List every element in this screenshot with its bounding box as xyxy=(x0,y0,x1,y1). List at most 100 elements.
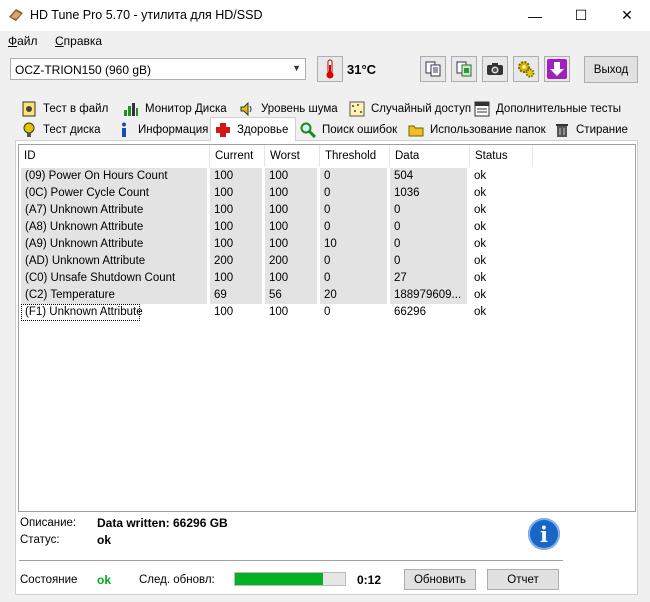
menu-help[interactable]: Справка xyxy=(55,34,102,48)
cell-worst[interactable]: 100 xyxy=(265,270,317,287)
cell-worst[interactable]: 56 xyxy=(265,287,317,304)
cell-worst[interactable]: 100 xyxy=(265,202,317,219)
tab-trash[interactable]: Стирание xyxy=(550,120,634,140)
cell-status[interactable]: ok xyxy=(470,168,530,185)
smart-attributes-table[interactable]: ID Current Worst Threshold Data Status (… xyxy=(18,144,636,512)
menu-help-accel: С xyxy=(55,34,64,48)
report-button[interactable]: Отчет xyxy=(487,569,559,590)
cell-threshold[interactable]: 0 xyxy=(320,168,387,185)
column-header-current[interactable]: Current xyxy=(210,145,265,167)
tab-info[interactable]: Информация xyxy=(112,120,210,140)
cell-worst[interactable]: 100 xyxy=(265,236,317,253)
column-header-threshold[interactable]: Threshold xyxy=(320,145,390,167)
cell-current[interactable]: 100 xyxy=(210,168,262,185)
info-icon[interactable]: i xyxy=(528,518,560,550)
options-button[interactable] xyxy=(513,56,539,82)
cell-status[interactable]: ok xyxy=(470,270,530,287)
description-label: Описание: xyxy=(20,517,77,529)
column-header-worst[interactable]: Worst xyxy=(265,145,320,167)
menu-file[interactable]: Файл xyxy=(8,34,38,48)
cell-current[interactable]: 100 xyxy=(210,304,262,321)
cell-id[interactable]: (C2) Temperature xyxy=(21,287,207,304)
cell-status[interactable]: ok xyxy=(470,185,530,202)
cell-data[interactable]: 504 xyxy=(390,168,467,185)
folder-icon xyxy=(408,122,424,138)
column-header-data[interactable]: Data xyxy=(390,145,470,167)
cell-data[interactable]: 0 xyxy=(390,219,467,236)
cell-status[interactable]: ok xyxy=(470,304,530,321)
copy-info-button[interactable] xyxy=(420,56,446,82)
column-header-status[interactable]: Status xyxy=(470,145,533,167)
cell-id[interactable]: (F1) Unknown Attribute xyxy=(21,304,143,321)
tab-magnifier[interactable]: Поиск ошибок xyxy=(296,120,400,140)
cell-threshold[interactable]: 0 xyxy=(320,185,387,202)
cell-data[interactable]: 0 xyxy=(390,236,467,253)
cell-current[interactable]: 100 xyxy=(210,219,262,236)
cell-worst[interactable]: 200 xyxy=(265,253,317,270)
cell-current[interactable]: 100 xyxy=(210,270,262,287)
cell-threshold[interactable]: 20 xyxy=(320,287,387,304)
tab-speaker[interactable]: Уровень шума xyxy=(235,99,345,119)
cell-worst[interactable]: 100 xyxy=(265,304,317,321)
column-header-id[interactable]: ID xyxy=(19,145,210,167)
tab-folder[interactable]: Использование папок xyxy=(404,120,550,140)
next-update-label: След. обновл: xyxy=(139,574,215,586)
cell-status[interactable]: ok xyxy=(470,253,530,270)
state-value: ok xyxy=(97,573,112,587)
cell-data[interactable]: 1036 xyxy=(390,185,467,202)
cell-data[interactable]: 66296 xyxy=(390,304,467,321)
extra-tests-icon xyxy=(474,101,490,117)
close-button[interactable]: ✕ xyxy=(604,0,650,31)
cell-data[interactable]: 27 xyxy=(390,270,467,287)
tab-label: Дополнительные тесты xyxy=(496,103,622,115)
screenshot-button[interactable] xyxy=(482,56,508,82)
cell-id[interactable]: (A9) Unknown Attribute xyxy=(21,236,207,253)
tab-random-access[interactable]: Случайный доступ xyxy=(345,99,471,119)
cell-id[interactable]: (09) Power On Hours Count xyxy=(21,168,207,185)
cell-status[interactable]: ok xyxy=(470,202,530,219)
tab-benchmark[interactable]: Тест диска xyxy=(17,120,112,140)
cell-threshold[interactable]: 0 xyxy=(320,304,387,321)
tab-extra-tests[interactable]: Дополнительные тесты xyxy=(470,99,633,119)
tab-label: Стирание xyxy=(576,124,628,136)
minimize-button[interactable]: — xyxy=(512,0,558,31)
benchmark-icon xyxy=(21,122,37,138)
cell-id[interactable]: (A7) Unknown Attribute xyxy=(21,202,207,219)
update-progress-fill xyxy=(235,573,323,585)
cell-status[interactable]: ok xyxy=(470,287,530,304)
tab-file-test[interactable]: Тест в файл xyxy=(17,99,119,119)
drive-select[interactable]: OCZ-TRION150 (960 gB) ▼ xyxy=(10,58,306,80)
temperature-readout: 31°C xyxy=(347,62,377,77)
cell-data[interactable]: 188979609... xyxy=(390,287,467,304)
cell-data[interactable]: 0 xyxy=(390,253,467,270)
refresh-button[interactable]: Обновить xyxy=(404,569,476,590)
cell-threshold[interactable]: 0 xyxy=(320,253,387,270)
temperature-button[interactable] xyxy=(317,56,343,82)
cell-id[interactable]: (C0) Unsafe Shutdown Count xyxy=(21,270,207,287)
exit-button[interactable]: Выход xyxy=(584,56,638,83)
cell-status[interactable]: ok xyxy=(470,236,530,253)
cell-worst[interactable]: 100 xyxy=(265,219,317,236)
tab-disk-monitor[interactable]: Монитор Диска xyxy=(119,99,235,119)
cell-threshold[interactable]: 10 xyxy=(320,236,387,253)
cell-worst[interactable]: 100 xyxy=(265,168,317,185)
cell-current[interactable]: 100 xyxy=(210,236,262,253)
cell-threshold[interactable]: 0 xyxy=(320,270,387,287)
cell-id[interactable]: (0C) Power Cycle Count xyxy=(21,185,207,202)
description-value: Data written: 66296 GB xyxy=(97,516,228,530)
cell-id[interactable]: (A8) Unknown Attribute xyxy=(21,219,207,236)
save-button[interactable] xyxy=(544,56,570,82)
cell-id[interactable]: (AD) Unknown Attribute xyxy=(21,253,207,270)
cell-current[interactable]: 200 xyxy=(210,253,262,270)
cell-status[interactable]: ok xyxy=(470,219,530,236)
cell-worst[interactable]: 100 xyxy=(265,185,317,202)
cell-data[interactable]: 0 xyxy=(390,202,467,219)
cell-current[interactable]: 100 xyxy=(210,185,262,202)
cell-current[interactable]: 100 xyxy=(210,202,262,219)
cell-current[interactable]: 69 xyxy=(210,287,262,304)
maximize-button[interactable]: ☐ xyxy=(558,0,604,31)
tab-health-cross[interactable]: Здоровье xyxy=(210,117,296,141)
cell-threshold[interactable]: 0 xyxy=(320,202,387,219)
copy-table-button[interactable] xyxy=(451,56,477,82)
cell-threshold[interactable]: 0 xyxy=(320,219,387,236)
